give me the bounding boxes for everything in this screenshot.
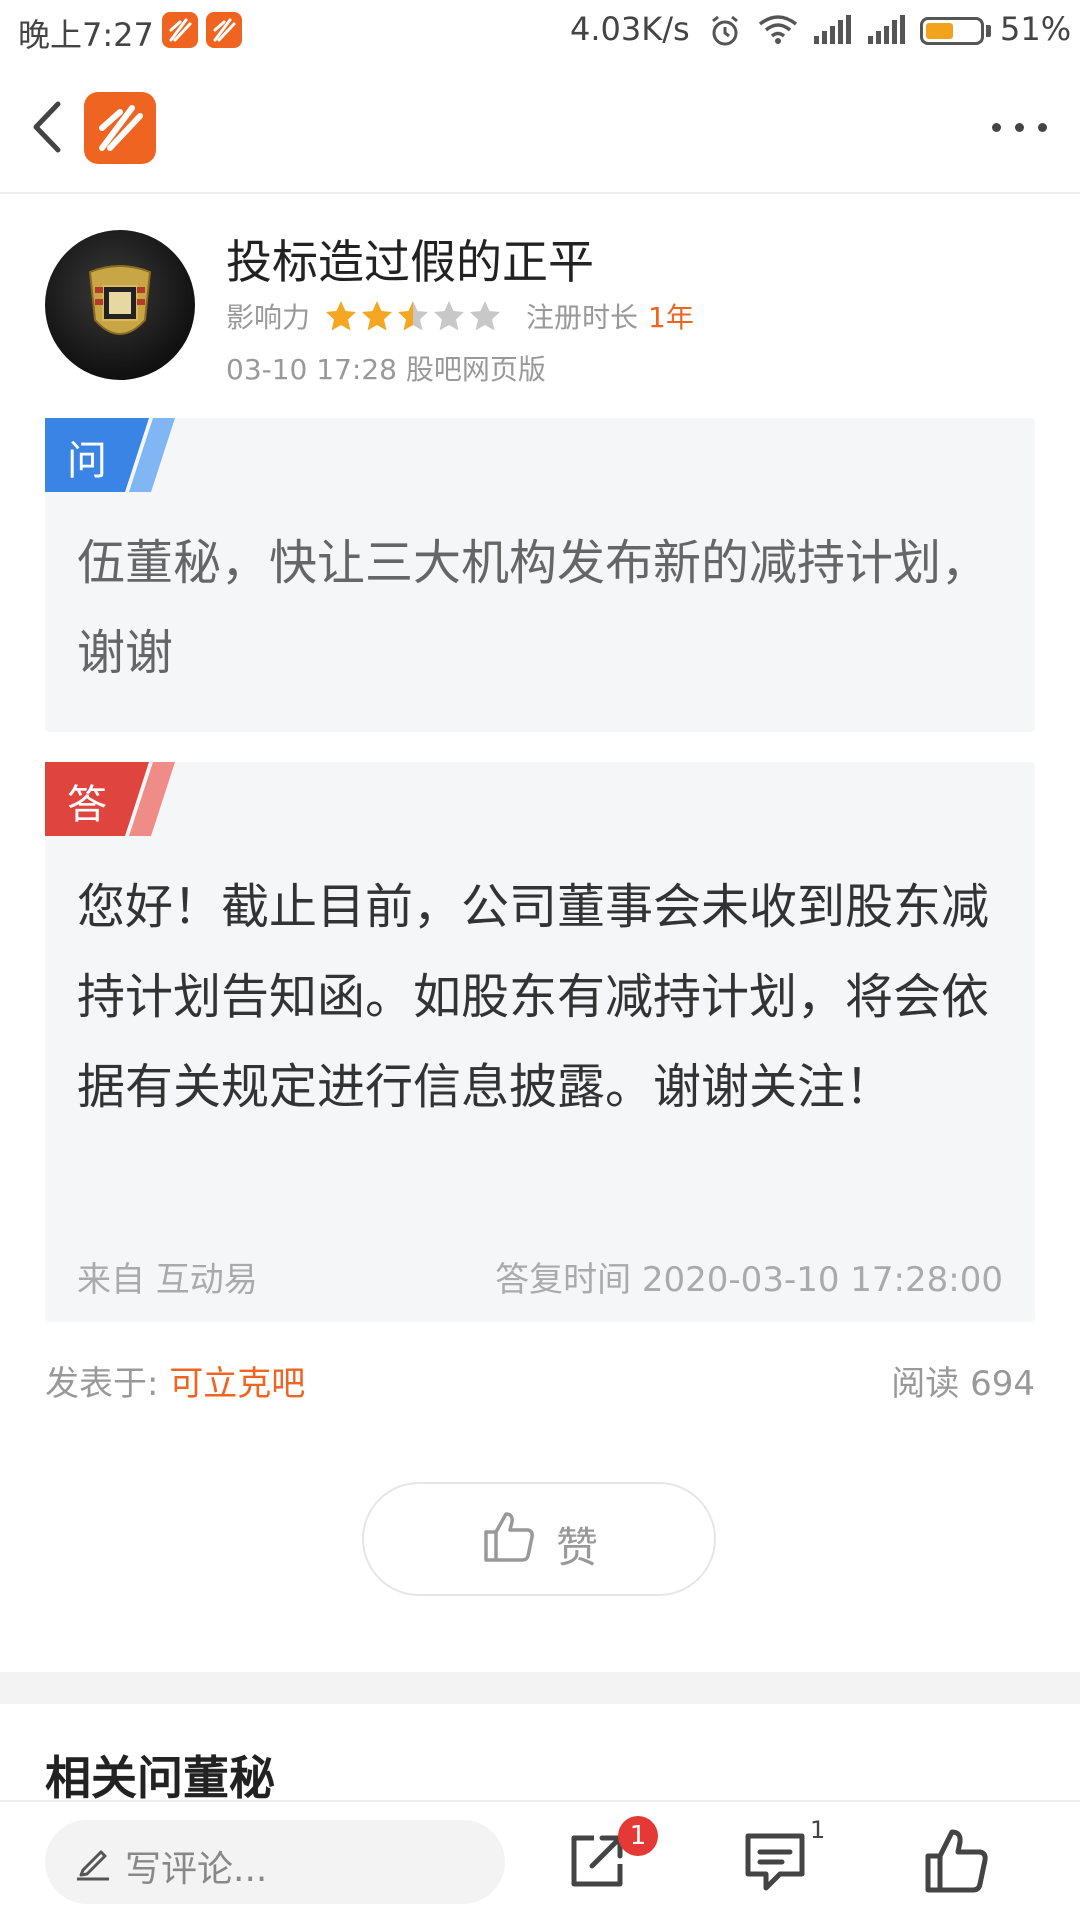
comment-input[interactable]: 写评论... [45,1820,505,1904]
related-section-title: 相关问董秘 [45,1751,275,1805]
pencil-icon [77,1850,109,1881]
influence-stars [324,299,504,333]
read-count: 阅读 694 [891,1364,1035,1404]
star-icon [398,301,429,331]
thumbs-up-icon [484,1512,534,1562]
answer-tag-label: 答 [67,782,107,828]
app-logo-icon [84,92,156,164]
reg-value: 1年 [648,301,694,334]
like-button[interactable]: 赞 [362,1482,716,1596]
top-nav-bar [0,62,1080,194]
bottom-action-bar: 写评论... 1 1 [0,1800,1080,1920]
avatar[interactable] [45,230,195,380]
more-dots-icon[interactable] [980,107,1060,147]
question-tag-label: 问 [67,438,107,484]
answer-reply-time: 答复时间 2020-03-10 17:28:00 [495,1260,1003,1300]
share-badge: 1 [618,1816,658,1856]
posted-label: 发表于: [45,1364,159,1404]
battery-level [926,23,953,39]
app-notification-icon [162,12,198,48]
wifi-icon [758,15,798,44]
reg-label: 注册时长 [526,301,639,334]
answer-card: 答 您好！截止目前，公司董事会未收到股东减持计划告知函。如股东有减持计划，将会依… [45,762,1035,1322]
posted-in: 发表于: 可立克吧 [45,1356,305,1405]
comment-count: 1 [810,1816,826,1844]
back-arrow-icon[interactable] [20,92,80,162]
answer-text: 您好！截止目前，公司董事会未收到股东减持计划告知函。如股东有减持计划，将会依据有… [77,879,990,1115]
section-divider [0,1672,1080,1704]
signal-icon [814,15,851,44]
answer-source: 来自 互动易 [77,1260,258,1300]
star-icon [326,301,357,331]
author-name[interactable]: 投标造过假的正平 [226,226,594,292]
comment-placeholder: 写评论... [125,1849,268,1890]
star-icon [362,301,393,331]
comment-icon[interactable] [742,1828,808,1894]
status-bar: 晚上7:27 4.03K/s 51% [0,0,1080,62]
bar-link[interactable]: 可立克吧 [169,1364,305,1404]
author-meta: 影响力 注册时长 1年 [226,296,694,336]
status-time: 晚上7:27 [18,16,154,54]
like-label: 赞 [556,1523,599,1572]
battery-tip [986,25,991,37]
answer-tag [45,762,175,836]
app-notification-icon [206,12,242,48]
signal-icon [868,15,905,44]
alarm-icon [712,15,738,46]
influence-label: 影响力 [226,301,311,334]
thumbs-up-icon[interactable] [924,1828,990,1894]
question-card: 问 伍董秘，快让三大机构发布新的减持计划，谢谢 [45,418,1035,732]
battery-icon [920,17,984,45]
star-icon [434,301,465,331]
battery-percent: 51% [1000,10,1072,48]
question-text: 伍董秘，快让三大机构发布新的减持计划，谢谢 [77,535,990,681]
network-speed: 4.03K/s [570,10,690,48]
question-tag [45,418,175,492]
star-icon [470,301,501,331]
post-meta: 03-10 17:28 股吧网页版 [226,353,546,386]
